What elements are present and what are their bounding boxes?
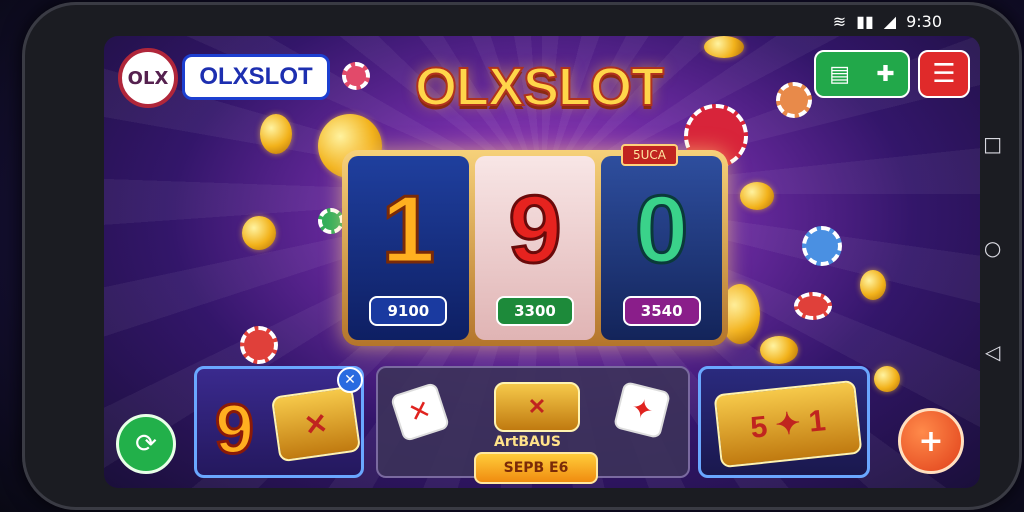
coin-icon	[860, 270, 886, 300]
chip-icon	[240, 326, 278, 364]
coin-icon	[704, 36, 744, 58]
signal-icon-2: ◢	[883, 12, 897, 31]
reel-digit: 1	[380, 176, 436, 283]
add-button[interactable]: +	[898, 408, 964, 474]
coin-icon	[760, 336, 798, 364]
coin-icon	[260, 114, 292, 154]
reel-digit: 9	[507, 176, 563, 283]
recent-apps-button[interactable]: □	[983, 132, 1002, 156]
slot-tag: 5UCA	[620, 144, 678, 166]
chip-icon	[342, 62, 370, 90]
menu-icon: ☰	[932, 59, 956, 89]
back-button[interactable]: ◁	[985, 340, 1000, 364]
grid-icon: ▤	[829, 61, 850, 87]
chip-icon	[318, 208, 344, 234]
phone-frame: ≋ ▮▮ ◢ 9:30 OLX OLXSLOT OLXSLOT ▤ ✚ ☰ 5U…	[22, 2, 1022, 510]
reel-digit: 0	[633, 176, 689, 283]
reel-3: 0 3540	[601, 156, 723, 340]
close-icon[interactable]: ✕	[337, 367, 363, 393]
coin-icon	[874, 366, 900, 392]
game-card-right[interactable]: 5 ✦ 1	[698, 366, 870, 478]
slot-machine[interactable]: 5UCA 1 9100 9 3300 0 3540	[342, 144, 728, 346]
bonus-button[interactable]: SEPB E6	[474, 452, 598, 484]
coin-icon	[740, 182, 774, 210]
shop-button[interactable]: ▤ ✚	[814, 50, 910, 98]
logo-text: OLX	[127, 67, 169, 89]
mini-slot-icon: ✕	[270, 385, 362, 463]
app-logo[interactable]: OLX	[118, 48, 178, 108]
dice-icon: ✦	[612, 380, 672, 440]
refresh-button[interactable]: ⟳	[116, 414, 176, 474]
signal-icon: ▮▮	[856, 12, 874, 31]
wifi-icon: ≋	[832, 12, 847, 31]
dice-icon: ✕	[389, 381, 451, 443]
mini-slot-icon: 5 ✦ 1	[713, 379, 863, 469]
status-bar: ≋ ▮▮ ◢ 9:30	[833, 12, 942, 31]
status-time: 9:30	[906, 12, 942, 31]
home-button[interactable]: ○	[984, 236, 1001, 260]
reel-2: 9 3300	[474, 156, 596, 340]
game-card-left[interactable]: 9 ✕ ✕	[194, 366, 364, 478]
reel-value-badge: 3540	[622, 296, 701, 326]
page-title: OLXSLOT	[414, 56, 665, 118]
bonus-label: ArtBAUS	[494, 434, 561, 450]
reel-value-badge: 3300	[496, 296, 574, 326]
card-number: 9	[214, 389, 256, 470]
bonus-card[interactable]: ✕ ✕ ✦ ArtBAUS SEPB E6	[376, 366, 690, 484]
reel-1: 1 9100	[348, 156, 469, 340]
android-nav: □ ○ ◁	[983, 132, 1002, 364]
coin-icon	[242, 216, 276, 250]
gamepad-icon: ✚	[876, 61, 895, 87]
chip-icon	[802, 226, 842, 266]
chip-icon	[776, 82, 812, 118]
menu-button[interactable]: ☰	[918, 50, 970, 98]
brand-label: OLXSLOT	[199, 63, 313, 90]
brand-badge[interactable]: OLXSLOT	[182, 54, 330, 100]
reel-value-badge: 9100	[369, 296, 448, 326]
top-right-controls: ▤ ✚ ☰	[814, 50, 970, 98]
mini-slot-icon: ✕	[494, 382, 580, 432]
game-screen[interactable]: OLX OLXSLOT OLXSLOT ▤ ✚ ☰ 5UCA 1 9100 9 …	[104, 36, 980, 488]
chip-icon	[794, 292, 832, 320]
